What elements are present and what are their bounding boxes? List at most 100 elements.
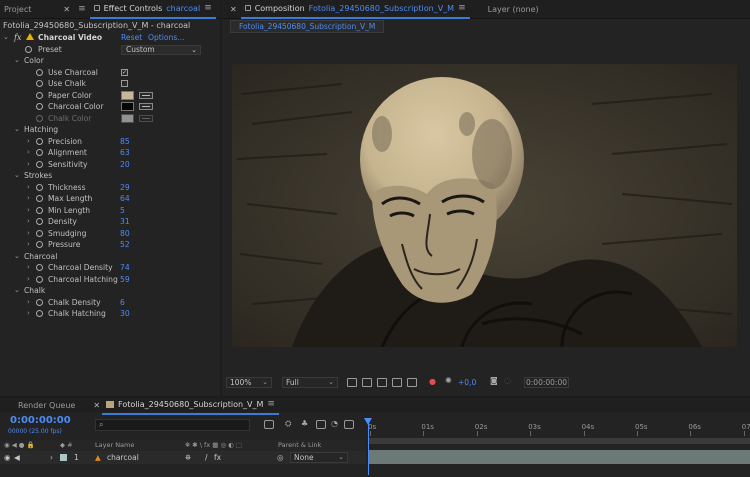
fx-switch-icon[interactable]: fx [214, 451, 221, 464]
chevron-right-icon[interactable]: › [27, 274, 30, 286]
shy-switch-icon[interactable]: ⛯ [185, 451, 191, 464]
fx-toggle-icon[interactable]: fx [14, 32, 21, 44]
group-hatching[interactable]: ⌄ Hatching [0, 124, 219, 136]
stopwatch-icon[interactable] [36, 183, 43, 191]
playhead-line[interactable] [368, 418, 369, 475]
layer-label-color[interactable] [60, 454, 67, 461]
charcoal-color-swatch[interactable] [121, 102, 134, 111]
guide-options-icon[interactable] [392, 378, 402, 387]
reset-button[interactable]: Reset [121, 32, 142, 44]
stopwatch-icon[interactable] [36, 310, 43, 317]
group-chalk[interactable]: ⌄ Chalk [0, 285, 219, 297]
transparency-grid-icon[interactable] [362, 378, 372, 387]
pickwhip-icon[interactable]: ◎ [277, 451, 284, 464]
stopwatch-icon[interactable] [36, 218, 43, 225]
motion-blur-icon[interactable]: ◔ [331, 419, 338, 428]
zoom-dropdown[interactable]: 100% ⌄ [226, 377, 272, 388]
chevron-right-icon[interactable]: › [27, 297, 30, 309]
use-charcoal-checkbox[interactable]: ✓ [121, 68, 128, 76]
quality-switch-icon[interactable]: / [205, 451, 208, 464]
current-time-display[interactable]: 0:00:00:00 [524, 377, 569, 388]
stopwatch-icon[interactable] [25, 45, 32, 53]
property-value[interactable]: 30 [120, 308, 130, 320]
stopwatch-icon[interactable] [36, 68, 43, 76]
work-area-bar[interactable] [368, 438, 750, 444]
stopwatch-icon[interactable] [36, 160, 43, 168]
chevron-down-icon[interactable]: ⌄ [3, 32, 9, 44]
draft-3d-icon[interactable]: ⛭ [285, 419, 291, 429]
chevron-right-icon[interactable]: › [27, 182, 30, 194]
graph-editor-icon[interactable] [344, 420, 354, 429]
comp-mini-flowchart-icon[interactable] [264, 420, 274, 429]
property-value[interactable]: 52 [120, 239, 130, 251]
parent-dropdown[interactable]: None ⌄ [290, 452, 348, 463]
use-chalk-checkbox[interactable] [121, 80, 128, 87]
property-value[interactable]: 29 [120, 182, 130, 194]
preset-dropdown[interactable]: Custom ⌄ [121, 44, 201, 55]
panel-menu-icon[interactable]: ≡ [204, 3, 212, 13]
chevron-right-icon[interactable]: › [27, 308, 30, 320]
exposure-reset-icon[interactable]: ✺ [445, 376, 452, 385]
comp-navigator-tab[interactable]: Fotolia_29450680_Subscription_V_M [230, 20, 385, 33]
audio-icon[interactable]: ◀ [14, 451, 20, 464]
chevron-right-icon[interactable]: › [27, 193, 30, 205]
effect-header-row[interactable]: ⌄ fx Charcoal Video Reset Options... [0, 32, 219, 44]
stopwatch-icon[interactable] [36, 149, 43, 156]
stopwatch-icon[interactable] [36, 264, 43, 271]
chevron-right-icon[interactable]: › [27, 159, 30, 171]
property-value[interactable]: 5 [120, 205, 125, 217]
chevron-right-icon[interactable]: › [27, 262, 30, 274]
eyedropper-icon[interactable] [139, 103, 153, 110]
close-icon[interactable]: ✕ [230, 5, 237, 14]
options-button[interactable]: Options... [148, 32, 185, 44]
property-value[interactable]: 6 [120, 297, 125, 309]
color-management-icon[interactable]: ● [429, 377, 436, 386]
chevron-right-icon[interactable]: › [27, 205, 30, 217]
parent-link-header[interactable]: Parent & Link [278, 440, 321, 451]
property-value[interactable]: 74 [120, 262, 130, 274]
group-charcoal[interactable]: ⌄ Charcoal [0, 251, 219, 263]
layer-duration-bar[interactable] [368, 450, 750, 464]
resolution-dropdown[interactable]: Full ⌄ [282, 377, 338, 388]
chevron-right-icon[interactable]: › [27, 147, 30, 159]
property-value[interactable]: 20 [120, 159, 130, 171]
group-color[interactable]: ⌄ Color [0, 55, 219, 67]
tab-layer[interactable]: Layer (none) [484, 0, 543, 19]
lock-icon[interactable] [93, 5, 100, 11]
tab-effect-controls[interactable]: Effect Controls charcoal ≡ [89, 0, 216, 19]
stopwatch-icon[interactable] [36, 91, 43, 99]
layer-search-input[interactable]: ⌕ [95, 419, 250, 431]
property-value[interactable]: 80 [120, 228, 130, 240]
time-ruler[interactable]: 0s01s02s03s04s05s06s07s [366, 419, 750, 437]
timeline-layer-row[interactable]: ◉ ◀ › 1 ▲ charcoal ⛯ / fx ◎ None ⌄ [0, 451, 366, 464]
stopwatch-icon[interactable] [36, 298, 43, 306]
layer-name-header[interactable]: Layer Name [95, 440, 134, 451]
shy-layers-icon[interactable]: ♣ [301, 419, 308, 428]
stopwatch-icon[interactable] [36, 195, 43, 202]
chevron-down-icon[interactable]: ⌄ [14, 124, 20, 136]
region-of-interest-icon[interactable] [347, 378, 357, 387]
playhead-handle[interactable] [364, 418, 372, 425]
stopwatch-icon[interactable] [36, 206, 43, 214]
tab-project[interactable]: Project [0, 0, 35, 19]
stopwatch-icon[interactable] [36, 137, 43, 145]
tab-composition[interactable]: Composition Fotolia_29450680_Subscriptio… [240, 0, 470, 19]
chevron-down-icon[interactable]: ⌄ [14, 285, 20, 297]
panel-menu-icon[interactable]: ≡ [78, 4, 86, 14]
composition-viewer[interactable] [232, 64, 737, 347]
group-strokes[interactable]: ⌄ Strokes [0, 170, 219, 182]
chevron-down-icon[interactable]: ⌄ [14, 170, 20, 182]
visibility-icon[interactable]: ◉ [4, 451, 11, 464]
chevron-down-icon[interactable]: ⌄ [14, 251, 20, 263]
channel-icon[interactable] [407, 378, 417, 387]
panel-menu-icon[interactable]: ≡ [267, 399, 275, 409]
chevron-right-icon[interactable]: › [27, 228, 30, 240]
stopwatch-icon[interactable] [36, 80, 43, 87]
property-value[interactable]: 85 [120, 136, 130, 148]
camera-icon[interactable]: ◙ [490, 376, 498, 385]
stopwatch-icon[interactable] [36, 229, 43, 237]
close-icon[interactable]: ✕ [93, 401, 100, 410]
show-snapshot-icon[interactable]: ◌ [504, 376, 511, 385]
chevron-right-icon[interactable]: › [27, 136, 30, 148]
eyedropper-icon[interactable] [139, 91, 153, 99]
